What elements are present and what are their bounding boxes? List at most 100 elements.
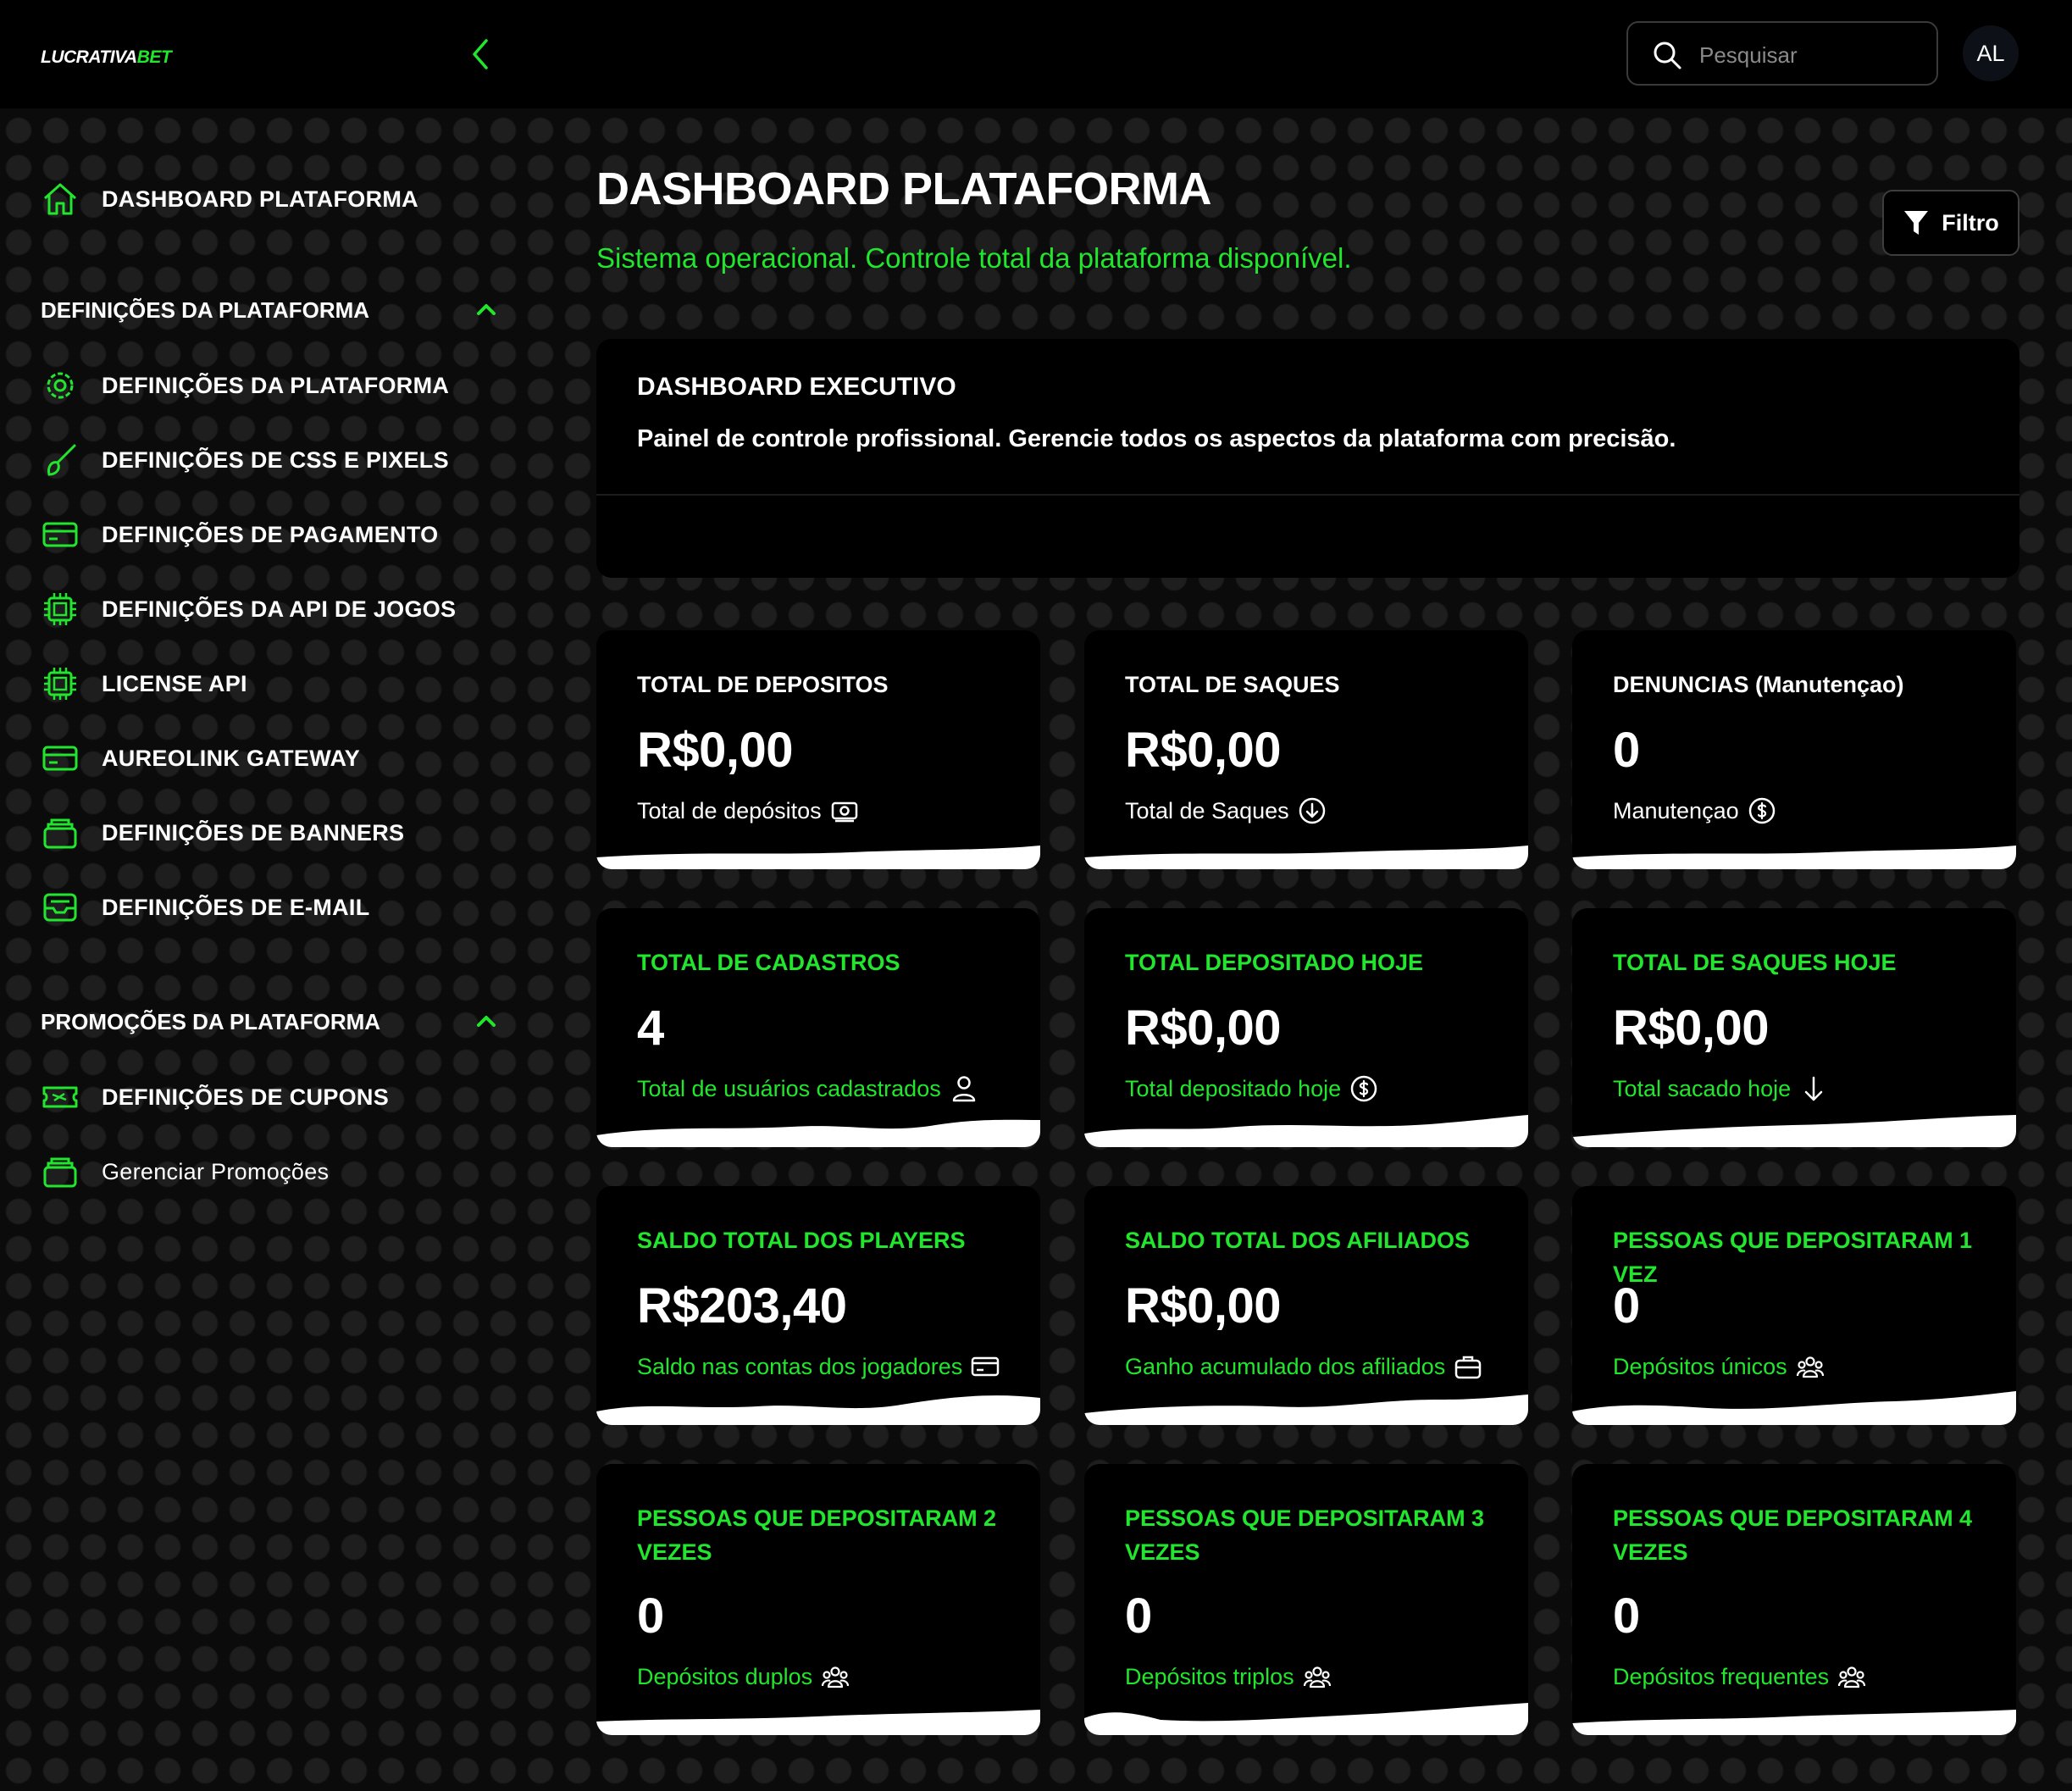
- decorative-wave: [596, 1710, 1040, 1735]
- briefcase-icon: [1455, 1356, 1482, 1379]
- sidebar-item-license-api[interactable]: LICENSE API: [41, 663, 247, 705]
- executive-title: DASHBOARD EXECUTIVO: [637, 373, 956, 401]
- dollar-circle-icon: [1350, 1075, 1377, 1102]
- sidebar-item-email[interactable]: DEFINIÇÕES DE E-MAIL: [41, 886, 370, 929]
- card-title: PESSOAS QUE DEPOSITARAM 4 VEZES: [1613, 1505, 1973, 1565]
- card-value: R$0,00: [1125, 723, 1282, 778]
- sidebar-section-label: DEFINIÇÕES DA PLATAFORMA: [41, 297, 370, 323]
- card-description: Total depositado hoje: [1125, 1074, 1378, 1103]
- chip-icon: [44, 593, 76, 625]
- card-title: PESSOAS QUE DEPOSITARAM 1 VEZ: [1613, 1228, 1973, 1287]
- card-value: 0: [1613, 1278, 1640, 1334]
- decorative-wave: [1084, 846, 1528, 869]
- sidebar-item-label: DASHBOARD PLATAFORMA: [102, 186, 418, 212]
- card-description: Total de Saques: [1125, 796, 1327, 825]
- decorative-wave: [1084, 1395, 1528, 1425]
- money-icon: [831, 801, 857, 823]
- card-description: Total de usuários cadastrados: [637, 1074, 978, 1103]
- card-title: SALDO TOTAL DOS PLAYERS: [637, 1228, 966, 1253]
- search-icon: [1654, 42, 1681, 69]
- card-description: Manutençao: [1613, 796, 1776, 825]
- card-title: DENUNCIAS (Manutençao): [1613, 672, 1904, 697]
- sidebar-item-label: DEFINIÇÕES DE CUPONS: [102, 1084, 390, 1110]
- stat-card-depositaram-3-vezes: PESSOAS QUE DEPOSITARAM 3 VEZES 0 Depósi…: [1084, 1464, 1528, 1735]
- page-title: DASHBOARD PLATAFORMA: [596, 164, 1211, 214]
- stat-card-saques-hoje: TOTAL DE SAQUES HOJE R$0,00 Total sacado…: [1572, 908, 2016, 1147]
- sidebar-item-dashboard[interactable]: DASHBOARD PLATAFORMA: [41, 178, 418, 220]
- stat-card-total-depositos: TOTAL DE DEPOSITOS R$0,00 Total de depós…: [596, 630, 1040, 869]
- card-description-text: Depósitos triplos: [1125, 1663, 1294, 1689]
- credit-card-icon: [972, 1356, 1000, 1377]
- filter-label: Filtro: [1942, 209, 1999, 236]
- card-value: R$0,00: [1125, 1001, 1282, 1056]
- decorative-wave: [596, 1119, 1040, 1147]
- sidebar-section-promocoes[interactable]: PROMOÇÕES DA PLATAFORMA: [41, 1005, 498, 1039]
- sidebar-item-css-pixels[interactable]: DEFINIÇÕES DE CSS E PIXELS: [41, 439, 449, 481]
- card-description: Saldo nas contas dos jogadores: [637, 1352, 1000, 1381]
- sidebar-item-label: DEFINIÇÕES DE CSS E PIXELS: [102, 446, 449, 473]
- sidebar-item-pagamento[interactable]: DEFINIÇÕES DE PAGAMENTO: [41, 513, 438, 556]
- sidebar-item-api-jogos[interactable]: DEFINIÇÕES DA API DE JOGOS: [41, 588, 456, 630]
- dollar-circle-icon: [1748, 797, 1775, 824]
- chevron-up-icon: [477, 304, 496, 315]
- divider: [596, 494, 2019, 496]
- card-description-text: Depósitos únicos: [1613, 1353, 1787, 1379]
- filter-button[interactable]: Filtro: [1882, 190, 2019, 256]
- group-icon: [822, 1666, 850, 1688]
- card-description: Total sacado hoje: [1613, 1074, 1828, 1103]
- card-value: 0: [637, 1589, 664, 1644]
- sidebar-item-label: Gerenciar Promoções: [102, 1158, 330, 1184]
- stack-icon: [43, 1157, 77, 1188]
- card-title: PESSOAS QUE DEPOSITARAM 2 VEZES: [637, 1505, 997, 1565]
- user-icon: [952, 1076, 975, 1102]
- sidebar: DASHBOARD PLATAFORMA DEFINIÇÕES DA PLATA…: [0, 108, 542, 1791]
- card-value: 4: [637, 1001, 664, 1056]
- chevron-up-icon: [477, 1016, 496, 1027]
- stat-card-total-cadastros: TOTAL DE CADASTROS 4 Total de usuários c…: [596, 908, 1040, 1147]
- search-input[interactable]: [1698, 35, 1921, 75]
- card-title: TOTAL DE CADASTROS: [637, 950, 900, 975]
- card-description-text: Total de Saques: [1125, 797, 1289, 823]
- sidebar-item-label: DEFINIÇÕES DE BANNERS: [102, 819, 405, 846]
- card-value: R$0,00: [637, 723, 794, 778]
- card-description-text: Saldo nas contas dos jogadores: [637, 1353, 963, 1379]
- sidebar-item-promocoes[interactable]: Gerenciar Promoções: [41, 1151, 329, 1193]
- card-title: TOTAL DE SAQUES HOJE: [1613, 950, 1897, 975]
- card-description-text: Depósitos frequentes: [1613, 1663, 1830, 1689]
- sidebar-item-cupons[interactable]: DEFINIÇÕES DE CUPONS: [41, 1076, 389, 1118]
- card-title: PESSOAS QUE DEPOSITARAM 3 VEZES: [1125, 1505, 1485, 1565]
- stat-card-depositaram-4-vezes: PESSOAS QUE DEPOSITARAM 4 VEZES 0 Depósi…: [1572, 1464, 2016, 1735]
- collapse-sidebar-button[interactable]: [464, 34, 498, 75]
- sidebar-item-label: DEFINIÇÕES DA PLATAFORMA: [102, 372, 450, 398]
- decorative-wave: [1572, 1115, 2016, 1147]
- sidebar-item-label: DEFINIÇÕES DE E-MAIL: [102, 894, 370, 920]
- stat-card-saldo-afiliados: SALDO TOTAL DOS AFILIADOS R$0,00 Ganho a…: [1084, 1186, 1528, 1425]
- ticket-icon: [42, 1086, 78, 1108]
- sidebar-item-label: DEFINIÇÕES DA API DE JOGOS: [102, 596, 457, 622]
- search-box[interactable]: [1626, 21, 1938, 86]
- funnel-icon: [1904, 211, 1929, 235]
- sidebar-item-aureolink[interactable]: AUREOLINK GATEWAY: [41, 737, 360, 779]
- card-description-text: Total sacado hoje: [1613, 1075, 1792, 1101]
- stat-card-depositado-hoje: TOTAL DEPOSITADO HOJE R$0,00 Total depos…: [1084, 908, 1528, 1147]
- sidebar-item-plataforma[interactable]: DEFINIÇÕES DA PLATAFORMA: [41, 364, 449, 407]
- avatar[interactable]: AL: [1963, 25, 2019, 81]
- group-icon: [1303, 1666, 1331, 1688]
- brush-icon: [47, 444, 76, 476]
- sidebar-section-plataforma[interactable]: DEFINIÇÕES DA PLATAFORMA: [41, 293, 498, 327]
- sidebar-item-banners[interactable]: DEFINIÇÕES DE BANNERS: [41, 812, 404, 854]
- logo[interactable]: LUCRATIVABET: [41, 47, 172, 68]
- decorative-wave: [596, 1395, 1040, 1425]
- card-description: Depósitos únicos: [1613, 1352, 1825, 1381]
- card-description: Ganho acumulado dos afiliados: [1125, 1352, 1482, 1381]
- card-value: R$203,40: [637, 1278, 847, 1334]
- chip-icon: [44, 668, 76, 700]
- arrow-down-circle-icon: [1299, 797, 1325, 824]
- card-value: 0: [1613, 723, 1640, 778]
- card-description-text: Depósitos duplos: [637, 1663, 813, 1689]
- card-description-text: Total de usuários cadastrados: [637, 1075, 941, 1101]
- card-description-text: Ganho acumulado dos afiliados: [1125, 1353, 1446, 1379]
- card-title: TOTAL DEPOSITADO HOJE: [1125, 950, 1424, 975]
- group-icon: [1796, 1356, 1824, 1378]
- decorative-wave: [596, 846, 1040, 869]
